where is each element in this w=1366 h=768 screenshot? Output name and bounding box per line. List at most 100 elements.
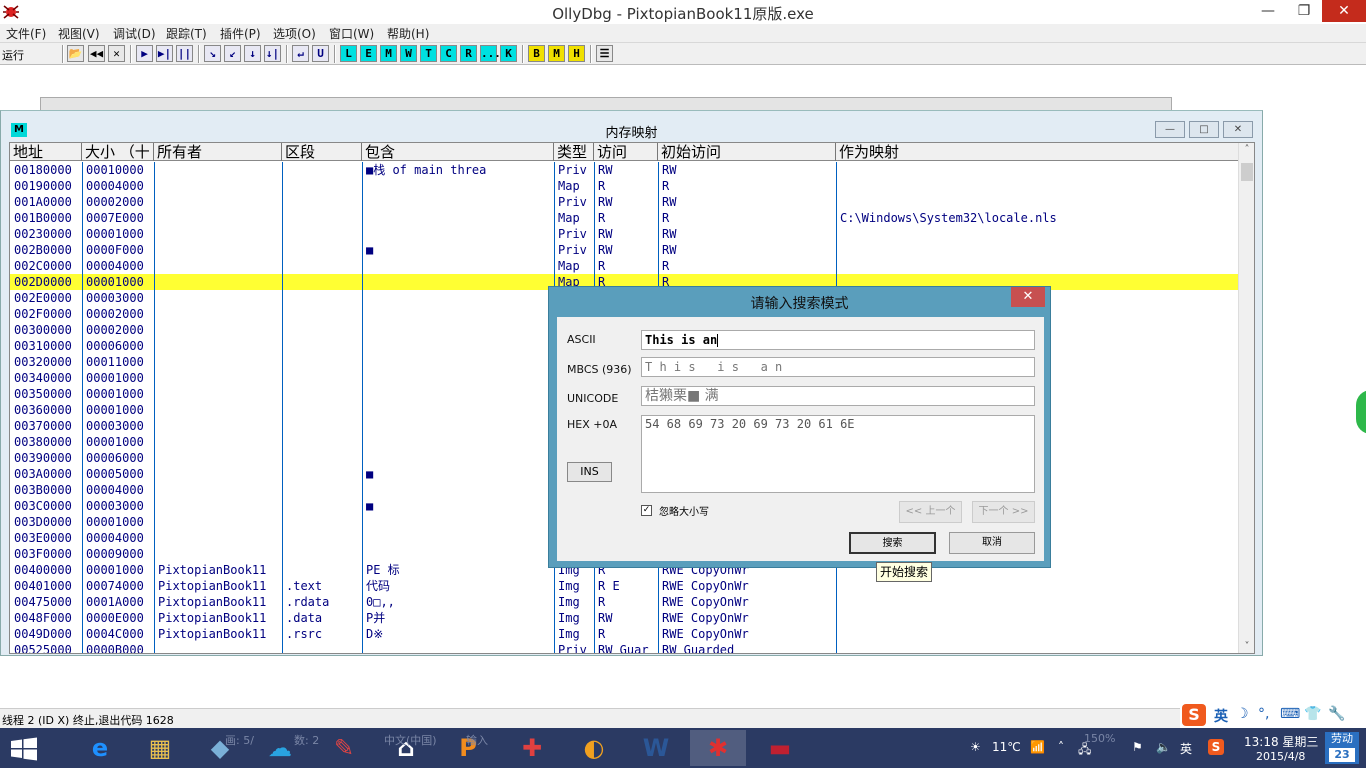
toolbar-button-23[interactable]: H [568,45,585,62]
network-icon[interactable]: 🖧 [1078,740,1091,761]
weather-sun-icon[interactable]: ☀ [970,740,981,754]
ime-halfwidth-icon[interactable]: ☽ [1236,706,1249,722]
toolbar-button-13[interactable]: E [360,45,377,62]
ignore-case-checkbox[interactable]: ✓ [641,505,652,516]
table-row[interactable]: 00525000 0000B000 Priv RW Guar RW Guarded [10,642,1240,653]
next-button[interactable]: 下一个 >> [972,501,1035,523]
toolbar-button-24[interactable]: ☰ [596,45,613,62]
table-row[interactable]: 00475000 0001A000 PixtopianBook11 .rdata 0□,… [10,594,1240,610]
clock-date[interactable]: 2015/4/8 [1256,750,1305,763]
paint-app-icon[interactable]: ✎ [316,730,372,766]
table-row[interactable]: 00190000 00004000 Map R R [10,178,1240,194]
action-center-icon[interactable]: ⚑ [1132,740,1143,754]
table-row[interactable]: 0048F000 0000E000 PixtopianBook11 .data P并 Im… [10,610,1240,626]
ime-lang-toggle[interactable]: 英 [1214,706,1228,726]
toolbar-button-9[interactable]: ↓| [264,45,281,62]
toolbar-button-6[interactable]: ↘ [204,45,221,62]
calendar-badge[interactable]: 劳动 23 [1325,732,1359,764]
table-row[interactable]: 002B0000 0000F000 ■ Priv RW RW [10,242,1240,258]
toolbar-button-18[interactable]: R [460,45,477,62]
toolbar-button-15[interactable]: W [400,45,417,62]
column-header-5[interactable]: 类型 [554,143,594,161]
menu-item-0[interactable]: 文件(F) [6,25,46,42]
qq-browser-icon[interactable]: ◐ [566,730,622,766]
unicode-input[interactable]: 桔獭栗■ 满 [641,386,1035,406]
mbcs-input[interactable]: T h i s i s a n [641,357,1035,377]
memory-maximize-button[interactable]: □ [1189,121,1219,138]
toolbar-button-21[interactable]: B [528,45,545,62]
table-row[interactable]: 0049D000 0004C000 PixtopianBook11 .rsrc D※ Im… [10,626,1240,642]
ime-keyboard-icon[interactable]: ⌨ [1280,706,1300,722]
wifi-icon[interactable]: 📶 [1030,740,1045,754]
toolbar-button-8[interactable]: ↓ [244,45,261,62]
ime-punctuation-icon[interactable]: °, [1258,706,1269,722]
table-row[interactable]: 002C0000 00004000 Map R R [10,258,1240,274]
table-row[interactable]: 00401000 00074000 PixtopianBook11 .text 代码 Im… [10,578,1240,594]
vertical-scrollbar[interactable]: ˄ ˅ [1238,143,1254,653]
restore-button[interactable]: ❐ [1286,0,1322,22]
table-row[interactable]: 00180000 00010000 ■栈 of main threa Priv RW RW [10,162,1240,178]
ins-toggle-button[interactable]: INS [567,462,612,482]
toolbar-button-12[interactable]: L [340,45,357,62]
toolbar-button-2[interactable]: ✕ [108,45,125,62]
toolbar-button-17[interactable]: C [440,45,457,62]
book-app-icon[interactable]: ▬ [752,730,808,766]
cancel-button[interactable]: 取消 [949,532,1035,554]
windows-start-icon[interactable] [10,737,38,761]
ascii-input[interactable]: This is an [641,330,1035,350]
toolbar-button-3[interactable]: ▶ [136,45,153,62]
menu-item-6[interactable]: 窗口(W) [329,25,374,42]
toolbar-button-4[interactable]: ▶| [156,45,173,62]
toolbar-button-16[interactable]: T [420,45,437,62]
column-header-0[interactable]: 地址 [10,143,82,161]
toolbar-button-10[interactable]: ↵ [292,45,309,62]
scroll-thumb[interactable] [1241,163,1253,181]
scroll-down-arrow-icon[interactable]: ˅ [1239,641,1254,652]
close-button[interactable]: ✕ [1322,0,1366,22]
toolbar-button-11[interactable]: U [312,45,329,62]
hex-input[interactable]: 54 68 69 73 20 69 73 20 61 6E [641,415,1035,493]
table-row[interactable]: 001B0000 0007E000 Map R R C:\Windows\System32… [10,210,1240,226]
ime-tools-icon[interactable]: 🔧 [1328,706,1345,722]
minimize-button[interactable]: — [1250,0,1286,22]
toolbar-button-20[interactable]: K [500,45,517,62]
volume-icon[interactable]: 🔈 [1156,740,1171,754]
clock-time[interactable]: 13:18 星期三 [1244,733,1318,750]
column-header-7[interactable]: 初始访问 [658,143,836,161]
tray-chevron-icon[interactable]: ˄ [1058,740,1064,754]
column-header-3[interactable]: 区段 [282,143,362,161]
toolbar-button-14[interactable]: M [380,45,397,62]
column-header-6[interactable]: 访问 [594,143,658,161]
sogou-ime-icon[interactable]: S [1182,704,1206,726]
menu-item-7[interactable]: 帮助(H) [387,25,429,42]
memory-close-button[interactable]: ✕ [1223,121,1253,138]
toolbar-button-19[interactable]: ... [480,45,501,62]
toolbar-button-7[interactable]: ↙ [224,45,241,62]
tray-ime-lang[interactable]: 英 [1180,740,1192,757]
toolbar-button-5[interactable]: || [176,45,193,62]
menu-item-5[interactable]: 选项(O) [273,25,316,42]
table-row[interactable]: 00230000 00001000 Priv RW RW [10,226,1240,242]
toolbar-button-1[interactable]: ◀◀ [88,45,105,62]
ime-skin-icon[interactable]: 👕 [1304,706,1321,722]
column-header-4[interactable]: 包含 [362,143,554,161]
column-header-8[interactable]: 作为映射 [836,143,1240,161]
memory-minimize-button[interactable]: — [1155,121,1185,138]
ollydbg-taskbar-icon[interactable]: ✱ [690,730,746,766]
menu-item-4[interactable]: 插件(P) [220,25,261,42]
menu-item-2[interactable]: 调试(D) [113,25,156,42]
menu-item-3[interactable]: 跟踪(T) [166,25,207,42]
menu-item-1[interactable]: 视图(V) [58,25,100,42]
search-button[interactable]: 搜索 [849,532,936,554]
column-header-2[interactable]: 所有者 [154,143,282,161]
tray-sogou-icon[interactable]: S [1208,739,1224,755]
column-header-1[interactable]: 大小 （十 [82,143,154,161]
table-row[interactable]: 001A0000 00002000 Priv RW RW [10,194,1240,210]
notes-app-icon[interactable]: ✚ [504,730,560,766]
file-explorer-icon[interactable]: ▦ [132,730,188,766]
ie-browser-icon[interactable]: e [72,730,128,766]
scroll-up-arrow-icon[interactable]: ˄ [1239,144,1254,155]
toolbar-button-0[interactable]: 📂 [67,45,84,62]
dialog-close-button[interactable]: ✕ [1011,287,1045,307]
prev-button[interactable]: << 上一个 [899,501,962,523]
